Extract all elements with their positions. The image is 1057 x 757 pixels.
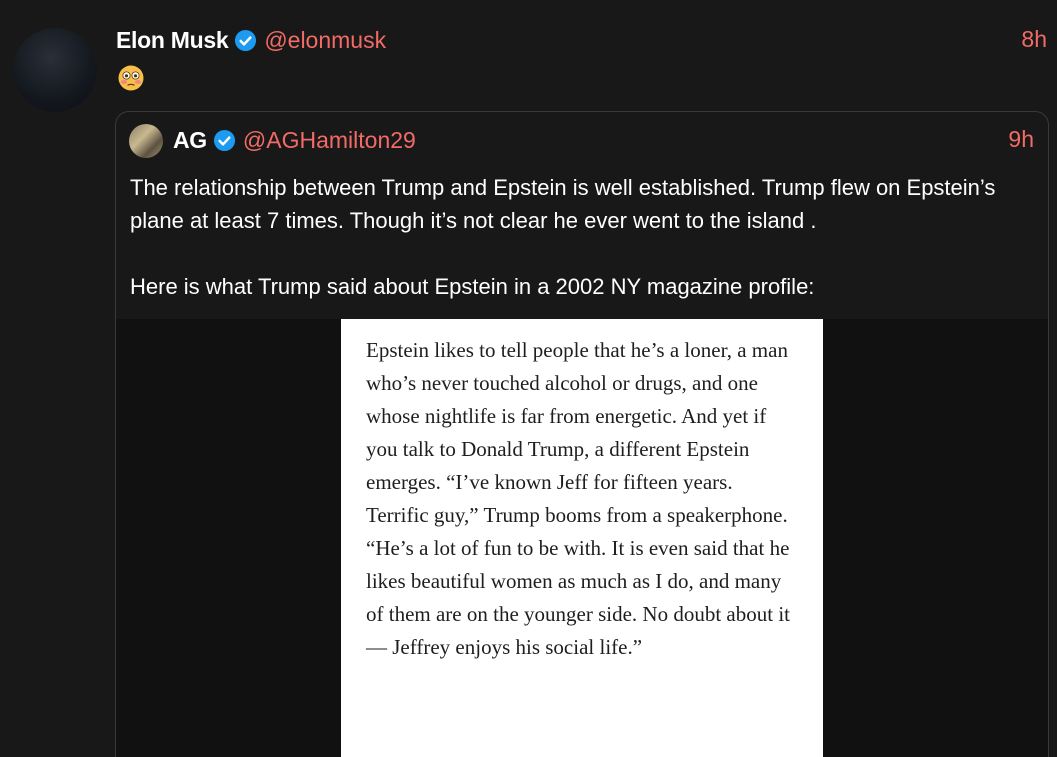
quoted-tweet-timestamp[interactable]: 9h (1008, 126, 1034, 153)
quoted-paragraph-1: The relationship between Trump and Epste… (130, 175, 996, 233)
quoted-media-image[interactable]: Epstein likes to tell people that he’s a… (116, 319, 1048, 757)
tweet[interactable]: Elon Musk @elonmusk 8h AG @AGHamilton29 … (0, 0, 1057, 757)
verified-badge-icon (235, 29, 257, 51)
quoted-paragraph-2: Here is what Trump said about Epstein in… (130, 274, 815, 299)
quoted-author-handle[interactable]: @AGHamilton29 (243, 127, 416, 154)
quoted-author-avatar[interactable] (129, 124, 163, 158)
flushed-face-emoji-icon (118, 65, 144, 91)
quoted-tweet-header: AG @AGHamilton29 (173, 126, 416, 154)
tweet-timestamp[interactable]: 8h (1021, 26, 1047, 53)
quoted-tweet-text: The relationship between Trump and Epste… (130, 171, 1030, 303)
author-handle[interactable]: @elonmusk (264, 27, 386, 54)
author-name[interactable]: Elon Musk (116, 27, 229, 54)
tweet-header: Elon Musk @elonmusk (116, 26, 386, 54)
verified-badge-icon (213, 129, 235, 151)
author-avatar[interactable] (13, 28, 97, 112)
magazine-excerpt-text: Epstein likes to tell people that he’s a… (366, 338, 790, 659)
magazine-excerpt: Epstein likes to tell people that he’s a… (341, 319, 823, 757)
quoted-tweet[interactable]: AG @AGHamilton29 9h The relationship bet… (115, 111, 1049, 757)
quoted-author-name[interactable]: AG (173, 127, 207, 154)
